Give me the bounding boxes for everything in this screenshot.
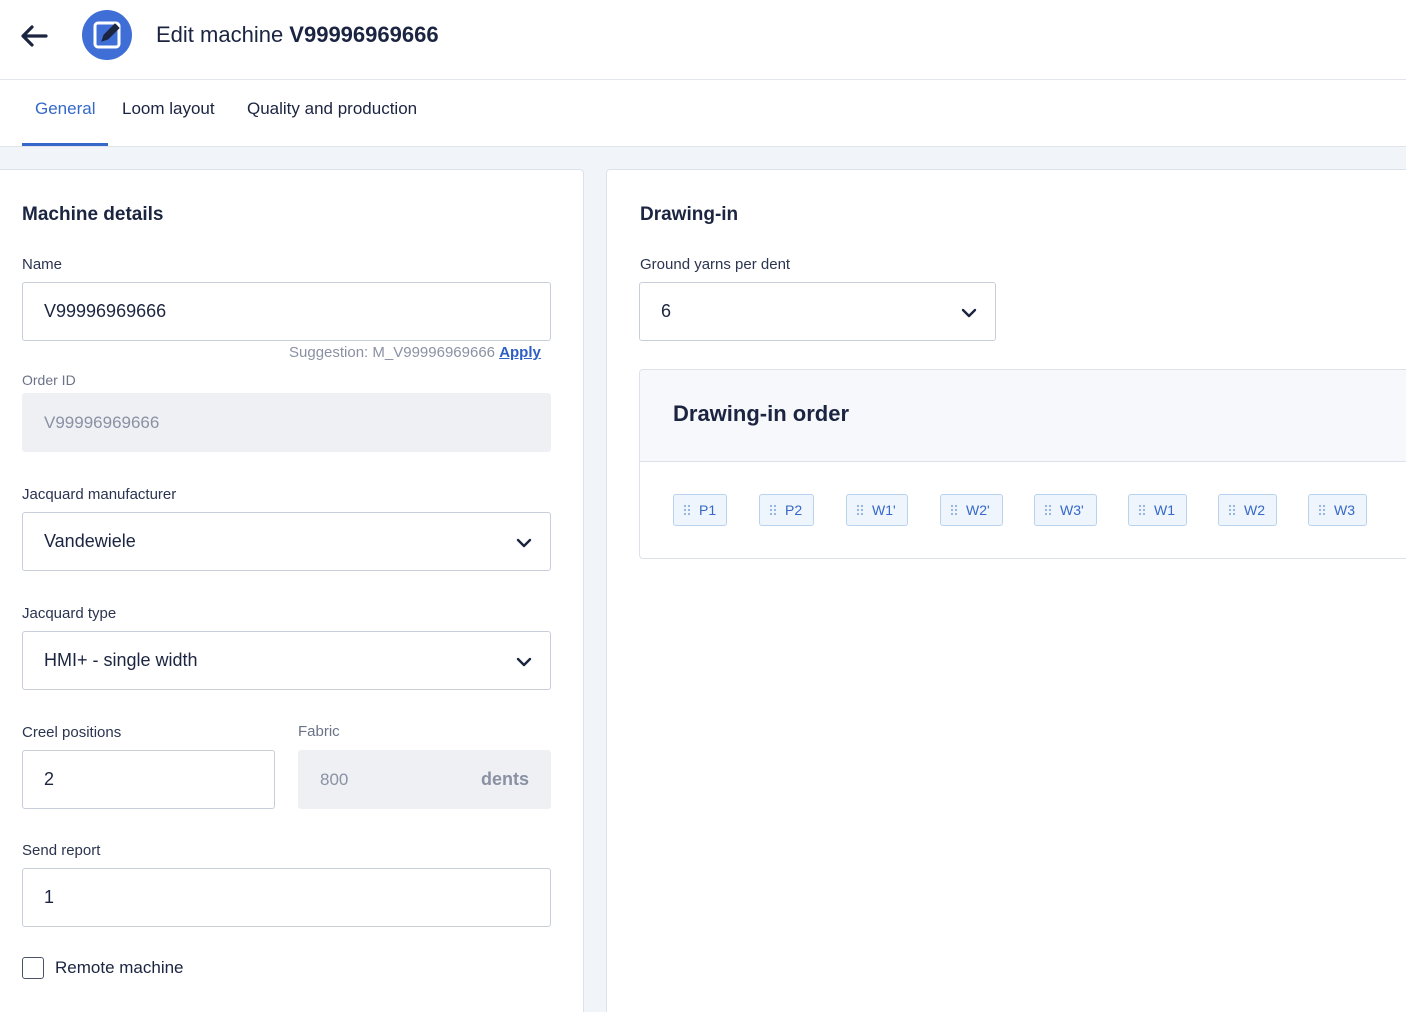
name-label: Name: [22, 256, 63, 273]
title-prefix: Edit machine: [156, 22, 290, 47]
chip-label: P2: [785, 502, 803, 518]
order-id-label: Order ID: [22, 372, 76, 388]
drawing-in-panel: Drawing-in Ground yarns per dent 6 Drawi…: [606, 169, 1406, 1012]
machine-details-panel: Machine details Name V99996969666 Sugges…: [0, 169, 584, 1012]
send-report-label: Send report: [22, 842, 101, 859]
drag-handle-icon: [1044, 504, 1052, 516]
drag-handle-icon: [950, 504, 958, 516]
fabric-label: Fabric: [298, 723, 340, 740]
drag-handle-icon: [1318, 504, 1326, 516]
order-chip-p2[interactable]: P2: [759, 494, 814, 526]
jacquard-type-select[interactable]: HMI+ - single width: [22, 631, 551, 690]
chip-label: W2': [966, 502, 990, 518]
arrow-left-icon: [21, 25, 48, 47]
jacquard-type-label: Jacquard type: [22, 605, 117, 622]
suggestion-text: Suggestion: M_V99996969666: [289, 344, 496, 361]
chevron-down-icon: [516, 657, 532, 667]
chevron-down-icon: [516, 538, 532, 548]
tab-general[interactable]: General: [22, 81, 109, 146]
creel-positions-label: Creel positions: [22, 724, 122, 741]
send-report-input[interactable]: 1: [22, 868, 551, 927]
order-id-input: V99996969666: [22, 393, 551, 452]
back-button[interactable]: [18, 22, 50, 50]
ground-yarns-label: Ground yarns per dent: [640, 256, 791, 273]
fabric-value: 800: [320, 770, 349, 789]
page-title: Edit machine V99996969666: [156, 20, 439, 50]
page-header: Edit machine V99996969666: [0, 0, 1406, 80]
drag-handle-icon: [1228, 504, 1236, 516]
fabric-unit: dents: [480, 769, 529, 789]
name-suggestion: Suggestion: M_V99996969666 Apply: [289, 344, 541, 361]
order-chip-w1-prime[interactable]: W1': [846, 494, 908, 526]
drawing-in-title: Drawing-in: [640, 204, 739, 225]
jacquard-manufacturer-value: Vandewiele: [44, 531, 136, 551]
order-chip-w2[interactable]: W2: [1218, 494, 1277, 526]
tab-quality-and-production[interactable]: Quality and production: [234, 81, 430, 146]
order-chip-p1[interactable]: P1: [673, 494, 727, 526]
chip-label: W1: [1154, 502, 1175, 518]
chip-label: W1': [872, 502, 896, 518]
drag-handle-icon: [856, 504, 864, 516]
tab-bar: General Loom layout Quality and producti…: [0, 81, 1406, 147]
machine-details-title: Machine details: [22, 204, 164, 225]
creel-positions-input[interactable]: 2: [22, 750, 275, 809]
remote-machine-checkbox[interactable]: [22, 957, 44, 979]
name-input[interactable]: V99996969666: [22, 282, 551, 341]
title-machine-id: V99996969666: [289, 22, 439, 47]
jacquard-type-value: HMI+ - single width: [44, 650, 198, 670]
order-chip-w2-prime[interactable]: W2': [940, 494, 1003, 526]
drawing-in-order-header: Drawing-in order: [640, 370, 1406, 462]
tab-loom-layout[interactable]: Loom layout: [109, 81, 228, 146]
drawing-in-order-card: Drawing-in order P1 P2 W1' W2' W3' W1 W2…: [639, 369, 1406, 559]
fabric-input: 800 dents: [298, 750, 551, 809]
remote-machine-label: Remote machine: [55, 958, 184, 977]
order-chip-w3-prime[interactable]: W3': [1034, 494, 1097, 526]
ground-yarns-select[interactable]: 6: [639, 282, 996, 341]
ground-yarns-value: 6: [661, 301, 672, 321]
order-chip-w3[interactable]: W3: [1308, 494, 1367, 526]
chip-label: P1: [699, 502, 717, 518]
jacquard-manufacturer-select[interactable]: Vandewiele: [22, 512, 551, 571]
drawing-in-order-title: Drawing-in order: [673, 401, 850, 426]
drag-handle-icon: [683, 504, 691, 516]
edit-square-icon: [82, 10, 132, 60]
jacquard-manufacturer-label: Jacquard manufacturer: [22, 486, 177, 503]
drag-handle-icon: [1138, 504, 1146, 516]
chip-label: W3': [1060, 502, 1084, 518]
chevron-down-icon: [961, 308, 977, 318]
content-area: Machine details Name V99996969666 Sugges…: [0, 147, 1406, 1012]
drag-handle-icon: [769, 504, 777, 516]
apply-suggestion-link[interactable]: Apply: [499, 344, 541, 361]
order-chip-w1[interactable]: W1: [1128, 494, 1187, 526]
chip-label: W3: [1334, 502, 1355, 518]
chip-label: W2: [1244, 502, 1265, 518]
